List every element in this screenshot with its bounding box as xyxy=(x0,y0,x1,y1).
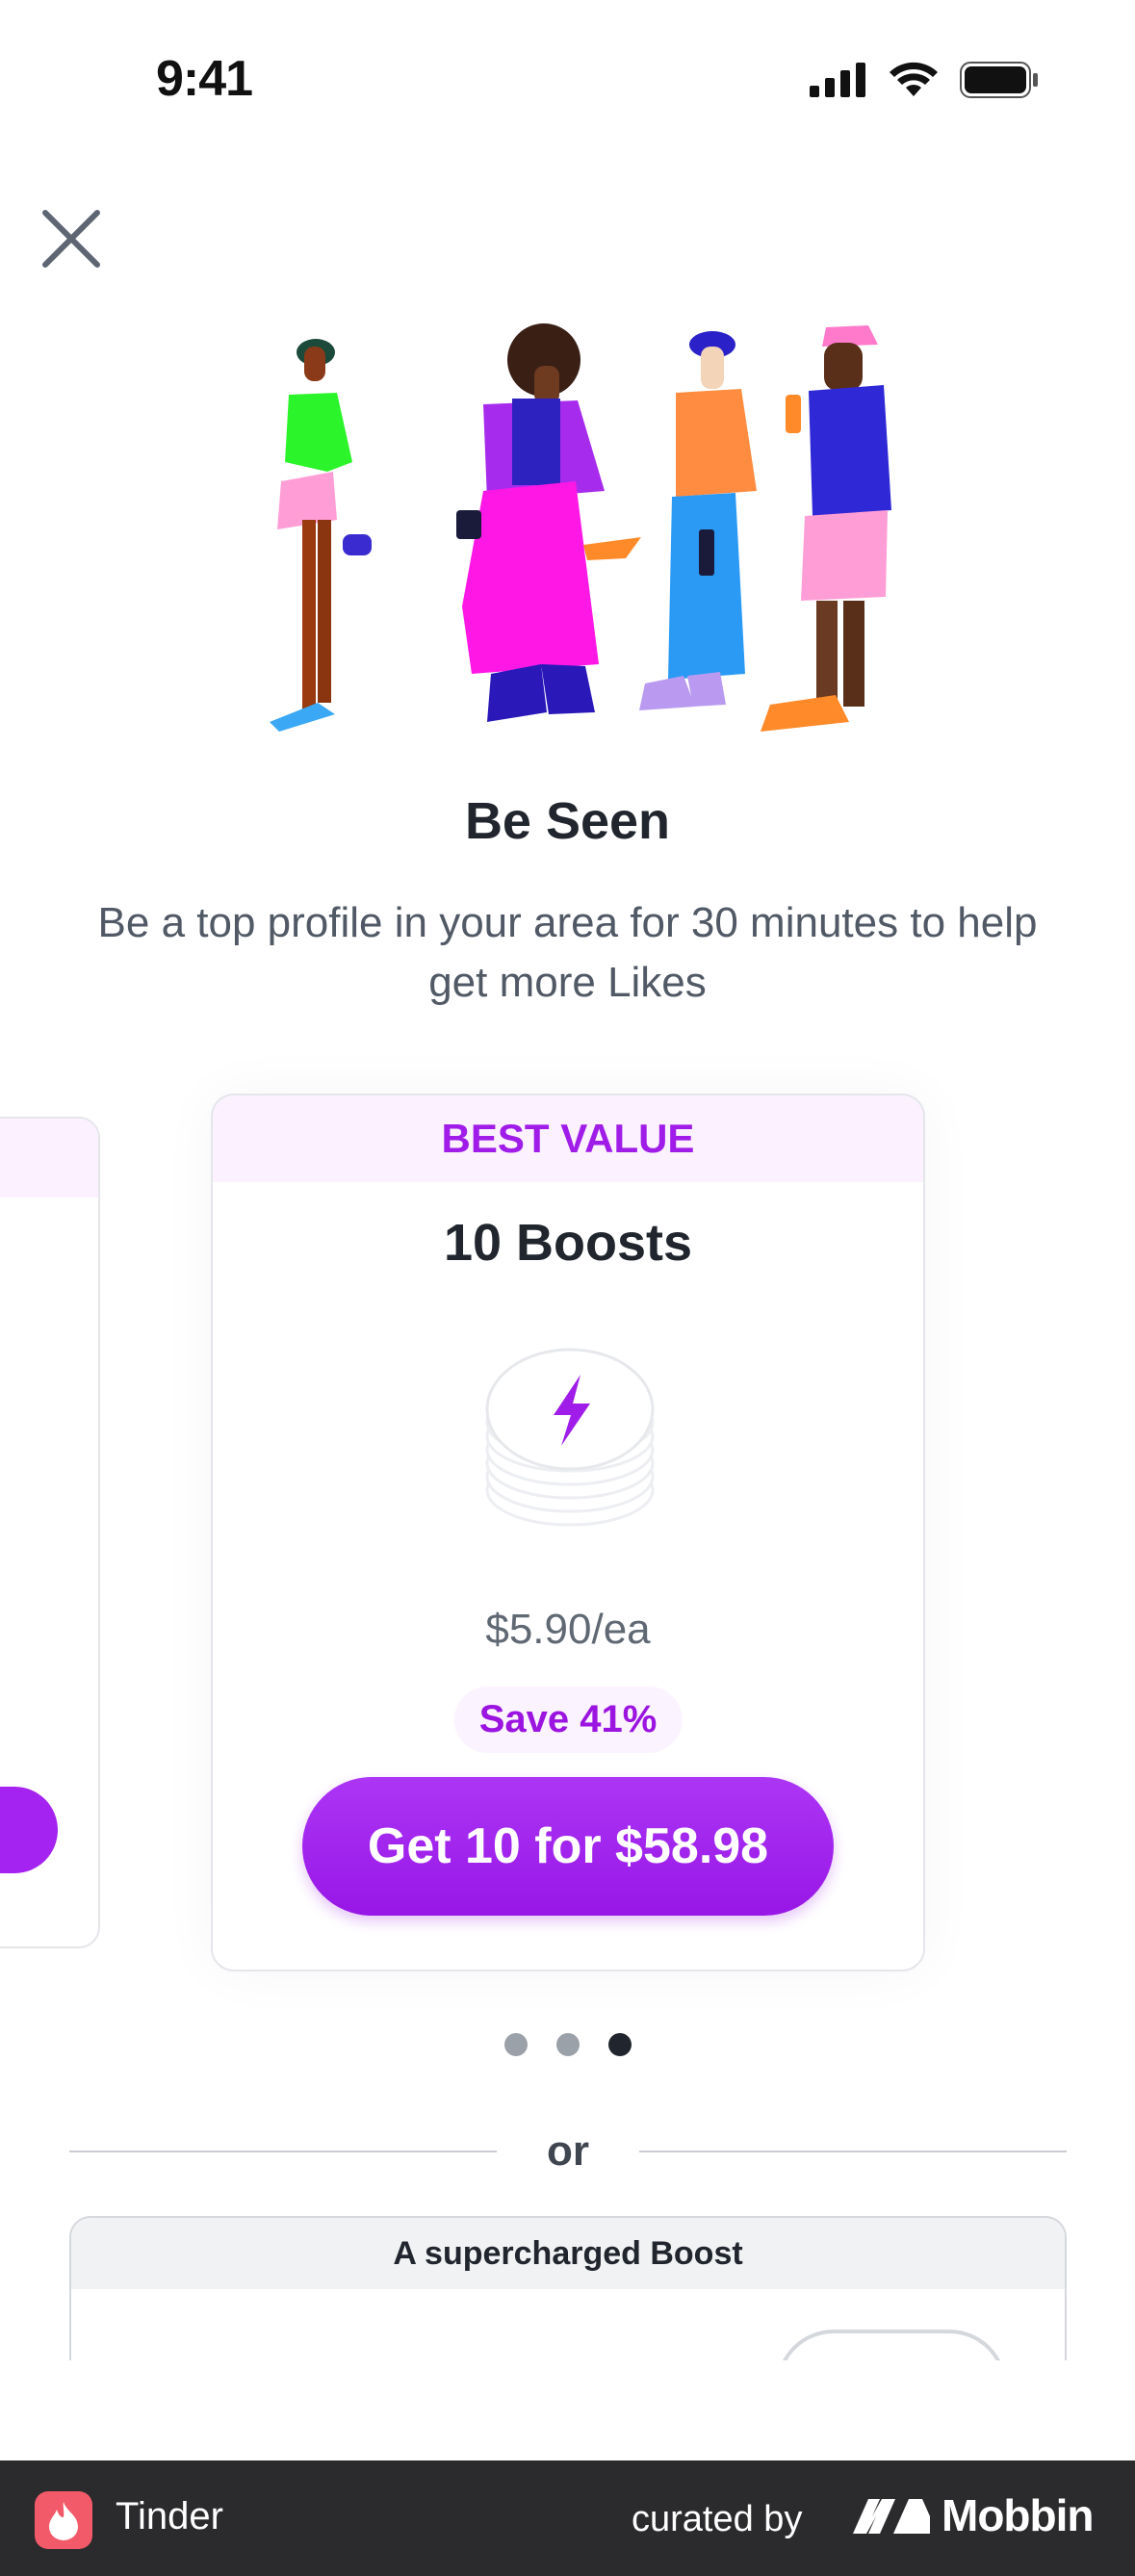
person-pink-cap xyxy=(761,325,891,732)
offer-card[interactable]: BEST VALUE 10 Boosts $5.90/ea Save 41% G… xyxy=(211,1094,925,1971)
person-purple-dress xyxy=(456,323,641,722)
battery-icon xyxy=(960,62,1038,98)
tinder-logo-icon xyxy=(35,2491,92,2549)
divider-line-right xyxy=(639,2151,1067,2152)
carousel-dot-1[interactable] xyxy=(503,2033,528,2056)
status-bar: 9:41 xyxy=(0,0,1135,164)
best-value-badge: BEST VALUE xyxy=(213,1095,923,1182)
footer-app-name: Tinder xyxy=(116,2495,223,2537)
price-each: $5.90/ea xyxy=(485,1606,651,1653)
scroll-fade xyxy=(0,2360,1135,2460)
page-title: Be Seen xyxy=(464,792,671,850)
status-time: 9:41 xyxy=(156,51,253,107)
carousel-dot-3[interactable] xyxy=(607,2033,632,2056)
mobbin-brand: Mobbin xyxy=(851,2489,1094,2541)
wifi-icon xyxy=(890,62,938,96)
people-illustration xyxy=(270,323,891,732)
close-button[interactable] xyxy=(37,204,106,273)
footer-curated-by: curated by xyxy=(632,2499,803,2539)
previous-offer-banner xyxy=(0,1119,98,1198)
offer-title: 10 Boosts xyxy=(443,1214,693,1272)
person-green-shirt xyxy=(270,339,372,732)
boost-stack-icon xyxy=(485,1348,655,1527)
close-icon xyxy=(42,210,100,268)
mobbin-brand-text: Mobbin xyxy=(942,2490,1094,2540)
save-badge: Save 41% xyxy=(453,1687,683,1753)
page-subtitle: Be a top profile in your area for 30 min… xyxy=(97,899,1038,1006)
status-icons xyxy=(810,62,1039,98)
mobbin-logo-icon xyxy=(853,2499,930,2534)
or-divider: or xyxy=(69,2127,1067,2175)
attribution-footer: Tinder curated by Mobbin xyxy=(0,2460,1135,2576)
carousel-dot-2[interactable] xyxy=(555,2033,580,2056)
person-orange-shirt xyxy=(639,331,757,710)
carousel-pagination xyxy=(0,2033,1135,2056)
super-boost-header: A supercharged Boost xyxy=(71,2218,1065,2289)
buy-boosts-button[interactable]: Get 10 for $58.98 xyxy=(302,1777,834,1916)
signal-icon xyxy=(810,63,865,97)
